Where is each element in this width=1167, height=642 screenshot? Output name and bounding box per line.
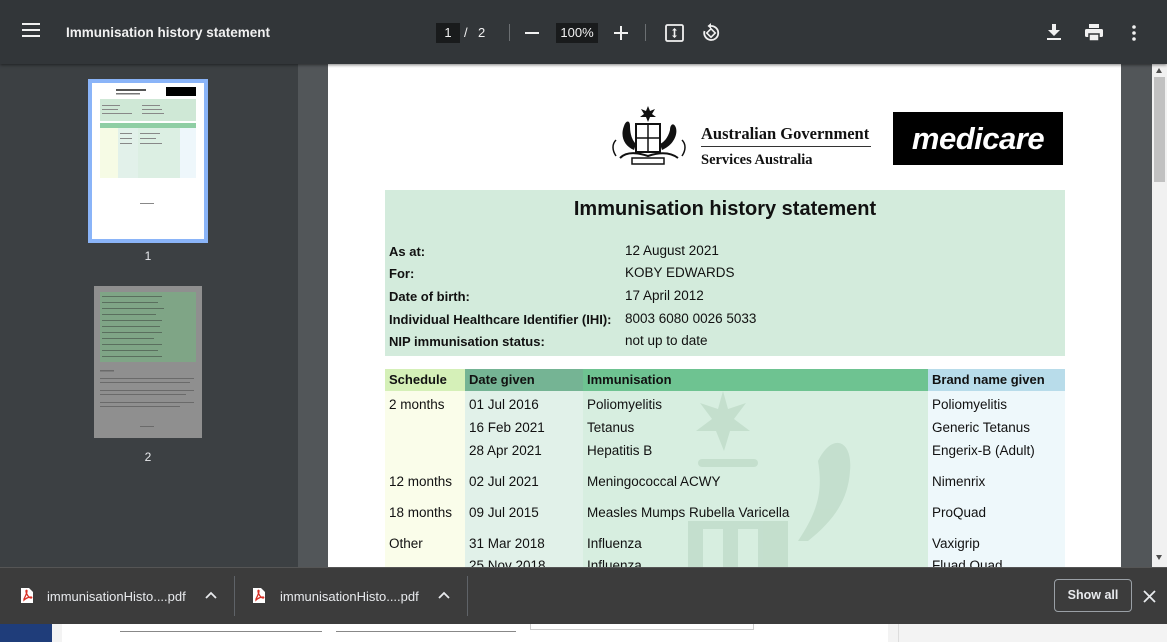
pdf-viewer[interactable]: Australian Government Services Australia… [298,64,1152,567]
detail-value: 8003 6080 0026 5033 [625,311,757,326]
statement-summary: Immunisation history statement As at: 12… [385,190,1065,356]
rotate-icon[interactable] [701,23,721,43]
chevron-up-icon[interactable] [205,591,217,599]
thumbnail-label: 1 [144,249,152,263]
page-thumbnail-2[interactable] [94,286,202,438]
fit-to-page-icon[interactable] [665,24,684,42]
cell-brand: Poliomyelitis [932,397,1008,412]
download-divider [467,576,468,616]
coat-of-arms-icon [612,106,686,165]
cell-date: 09 Jul 2015 [469,505,539,520]
table-header-date: Date given [465,369,583,391]
cell-immunisation: Measles Mumps Rubella Varicella [587,505,790,520]
cell-date: 31 Mar 2018 [469,536,545,551]
cell-immunisation: Poliomyelitis [587,397,663,412]
zoom-out-button[interactable] [525,32,539,34]
table-header-schedule: Schedule [385,369,465,391]
cell-date: 01 Jul 2016 [469,397,539,412]
pdf-file-icon [21,588,33,603]
cell-brand: Fluad Quad [932,558,1003,567]
cell-brand: Engerix-B (Adult) [932,443,1035,458]
thumbnail-label: 2 [144,450,152,464]
download-item[interactable]: immunisationHisto....pdf [0,568,233,625]
thumbnail-sidebar: 1 2 [0,64,298,567]
statement-heading: Immunisation history statement [573,198,877,220]
underlying-page-divider [898,624,899,642]
detail-label: NIP immunisation status: [389,334,545,349]
show-all-button[interactable]: Show all [1054,579,1132,612]
gov-logo-line2: Services Australia [701,152,813,168]
zoom-in-button[interactable] [614,26,628,40]
cell-date: 02 Jul 2021 [469,474,539,489]
underlying-page-panel [62,624,888,642]
cell-date: 16 Feb 2021 [469,420,545,435]
page-number-input[interactable]: 1 [436,23,460,43]
detail-label: As at: [389,244,426,259]
cell-date: 28 Apr 2021 [469,443,542,458]
page-separator: / [464,25,468,40]
downloads-bar: immunisationHisto....pdf immunisationHis… [0,567,1167,624]
underlying-page-line [120,631,322,632]
cell-brand: Vaxigrip [932,536,980,551]
detail-value: 12 August 2021 [625,243,719,258]
scroll-down-icon[interactable] [1156,555,1162,560]
cell-brand: ProQuad [932,505,987,520]
detail-label: For: [389,266,415,281]
cell-schedule: 18 months [389,505,453,520]
download-filename: immunisationHisto....pdf [47,589,186,604]
cell-immunisation: Tetanus [587,420,635,435]
underlying-page-line [336,631,516,632]
table-header-immunisation: Immunisation [583,369,928,391]
underlying-page [0,624,1167,642]
vertical-scrollbar[interactable] [1152,64,1167,567]
page-thumbnail-1[interactable] [88,79,208,243]
underlying-page-box [530,624,754,630]
pdf-file-icon [253,588,265,603]
hamburger-icon[interactable] [22,23,40,37]
chevron-up-icon[interactable] [438,591,450,599]
cell-brand: Generic Tetanus [932,420,1031,435]
document-title: Immunisation history statement [66,25,271,40]
pdf-page: Australian Government Services Australia… [328,64,1121,567]
more-vert-icon[interactable] [1131,25,1137,41]
cell-immunisation: Hepatitis B [587,443,653,458]
cell-schedule: 12 months [389,474,453,489]
pdf-toolbar: Immunisation history statement 1 / 2 100… [0,0,1167,64]
cell-schedule: 2 months [389,397,445,412]
detail-value: not up to date [625,333,708,348]
download-icon[interactable] [1046,24,1062,41]
toolbar-divider [645,24,646,41]
underlying-page-edge [0,624,52,642]
detail-value: 17 April 2012 [625,288,704,303]
cell-date: 25 Nov 2018 [469,558,546,567]
cell-immunisation: Meningococcal ACWY [587,474,721,489]
thumbnail-preview [100,292,196,427]
table-header-brand: Brand name given [928,369,1065,391]
scrollbar-thumb[interactable] [1154,77,1165,182]
gov-logo-line1: Australian Government [701,124,870,143]
close-icon[interactable] [1143,590,1156,603]
cell-brand: Nimenrix [932,474,986,489]
detail-label: Individual Healthcare Identifier (IHI): [389,312,612,327]
cell-immunisation: Influenza [587,558,642,567]
download-filename: immunisationHisto....pdf [280,589,419,604]
download-item[interactable]: immunisationHisto....pdf [235,568,467,625]
detail-label: Date of birth: [389,289,470,304]
cell-immunisation: Influenza [587,536,642,551]
detail-value: KOBY EDWARDS [625,265,735,280]
print-icon[interactable] [1085,24,1103,41]
cell-schedule: Other [389,536,423,551]
thumbnail-preview [100,87,196,204]
zoom-level-input[interactable]: 100% [556,23,598,43]
logo-divider [701,146,871,147]
page-total: 2 [478,25,486,40]
scroll-up-icon[interactable] [1156,68,1162,73]
medicare-logo: medicare [893,112,1063,165]
toolbar-divider [509,24,510,41]
